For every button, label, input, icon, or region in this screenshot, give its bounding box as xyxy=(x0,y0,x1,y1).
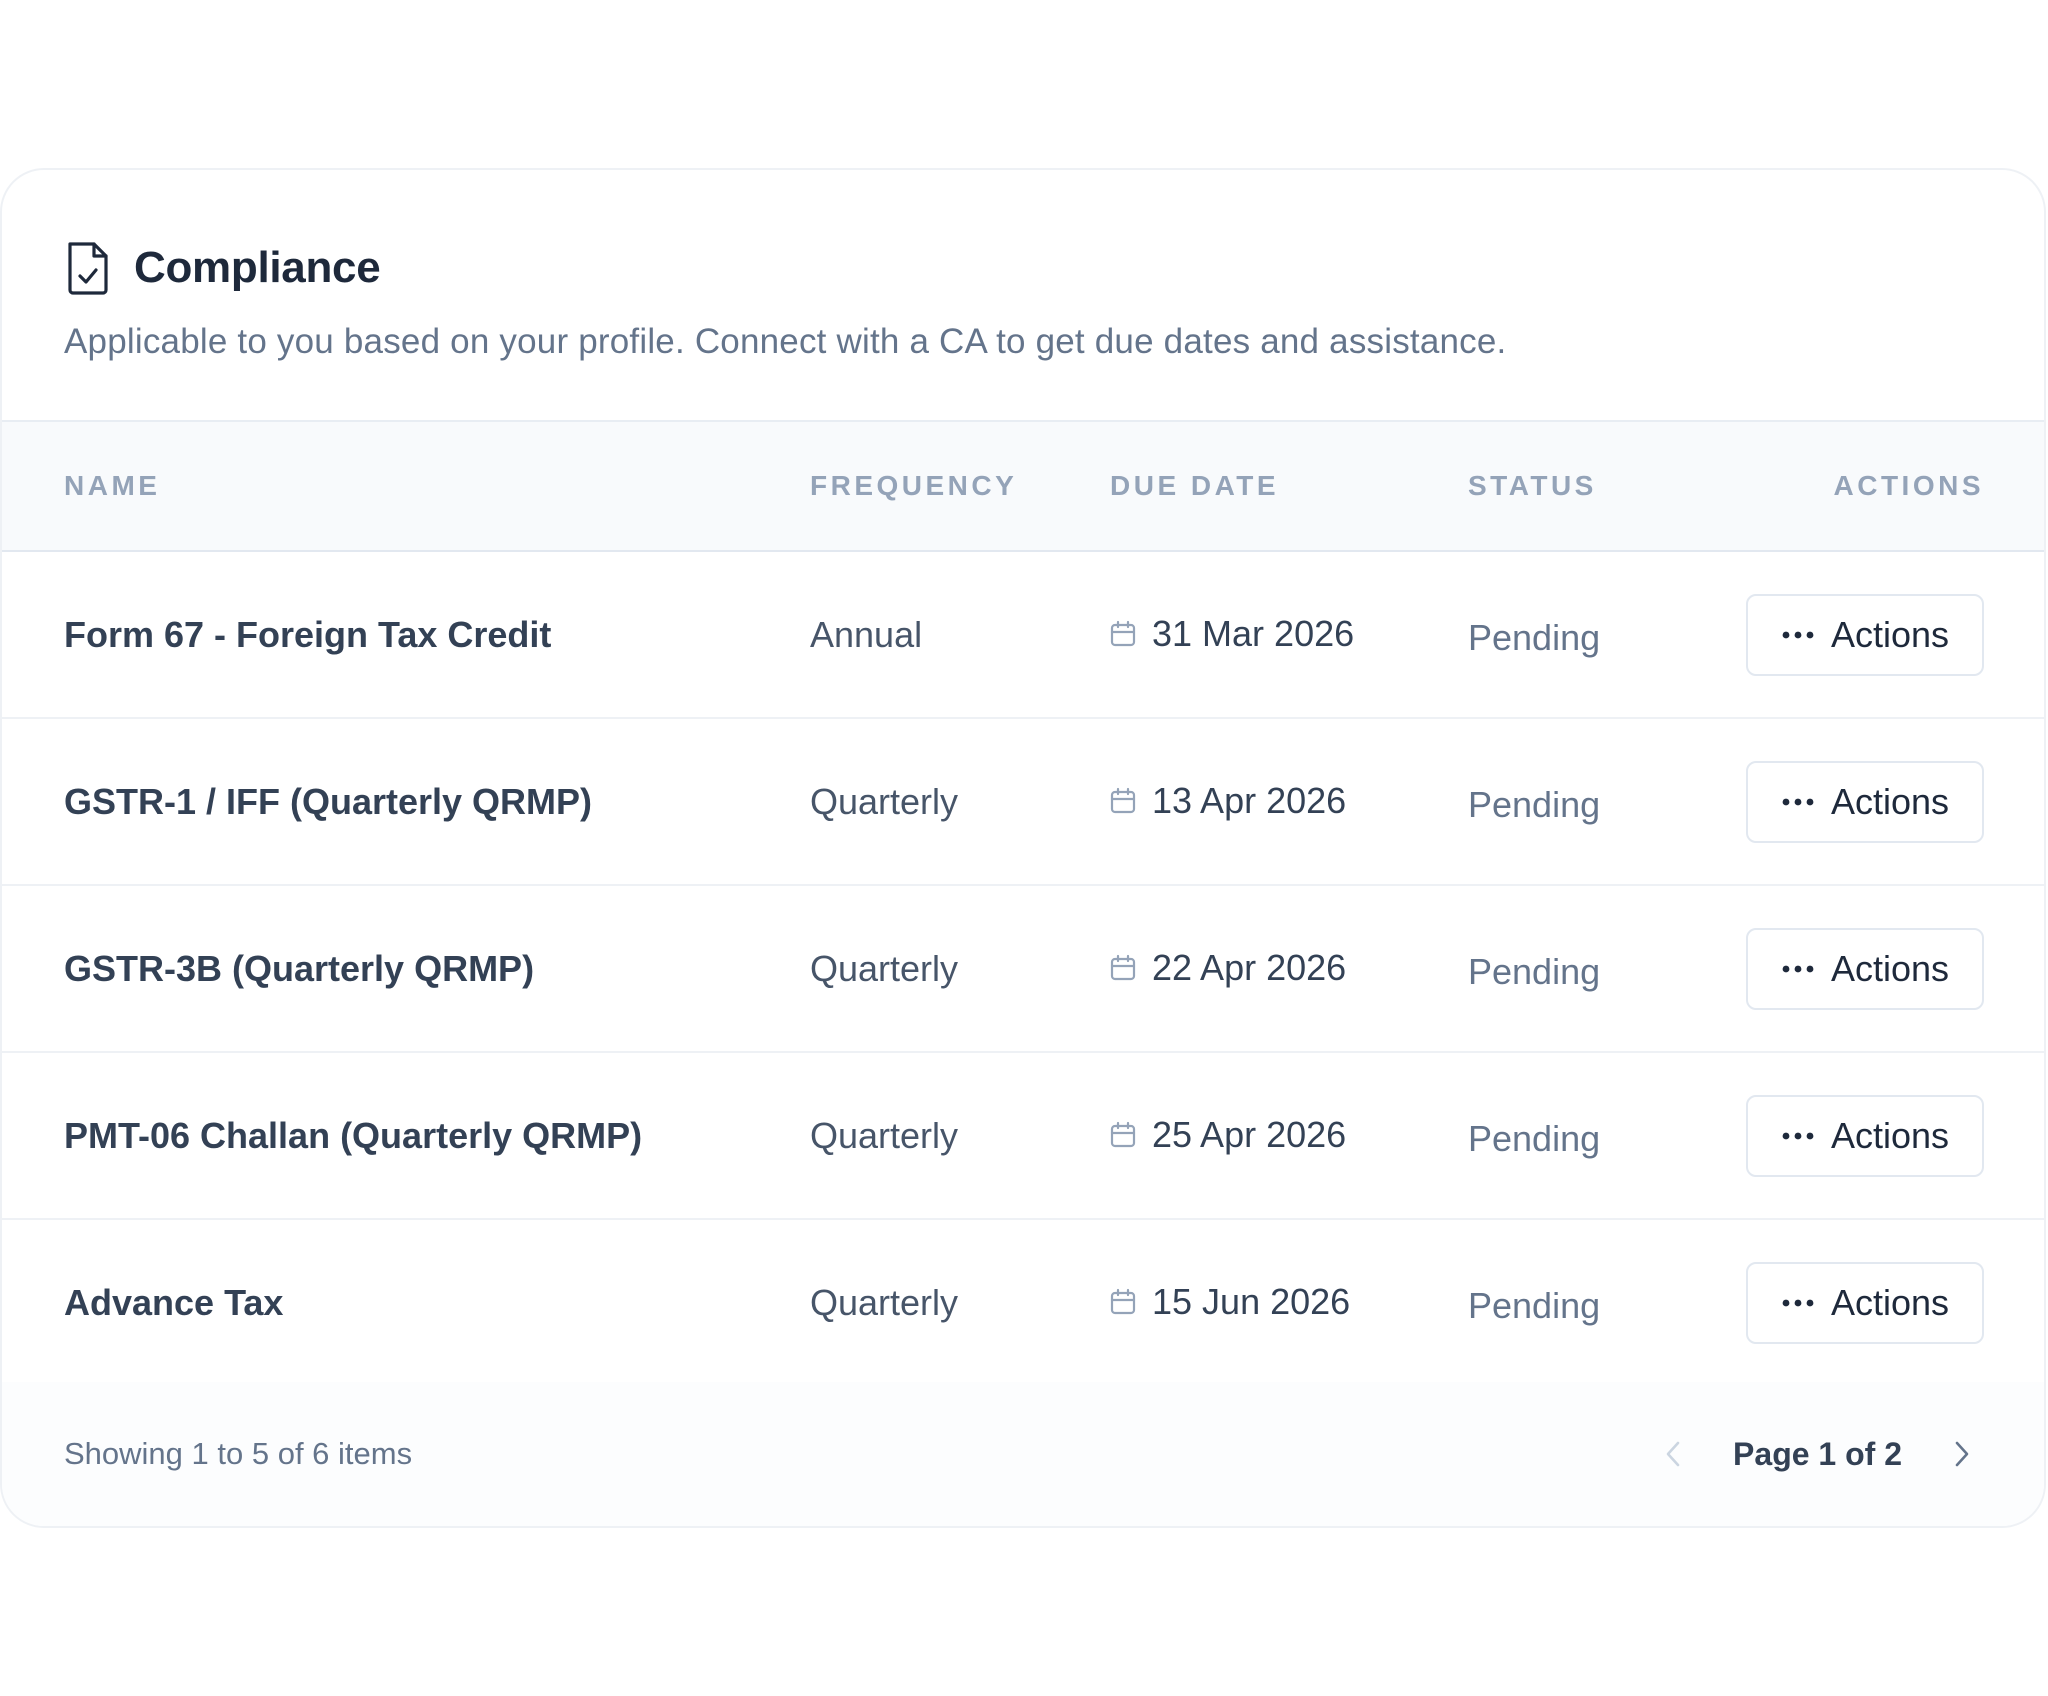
due-date-cell: 15 Jun 2026 xyxy=(1110,1219,1468,1386)
compliance-name: PMT-06 Challan (Quarterly QRMP) xyxy=(64,1114,643,1156)
actions-button[interactable]: Actions xyxy=(1746,927,1984,1010)
compliance-table: NAME FREQUENCY DUE DATE STATUS ACTIONS F… xyxy=(2,420,2044,1387)
actions-cell: Actions xyxy=(1738,718,2044,885)
actions-button-label: Actions xyxy=(1830,1114,1950,1156)
actions-button[interactable]: Actions xyxy=(1746,1094,1984,1177)
more-horizontal-icon xyxy=(1781,630,1815,640)
due-date-cell: 31 Mar 2026 xyxy=(1110,551,1468,718)
table-row: GSTR-1 / IFF (Quarterly QRMP) Quarterly … xyxy=(2,718,2044,885)
calendar-icon xyxy=(1110,787,1136,815)
more-horizontal-icon xyxy=(1781,797,1815,807)
pagination: Page 1 of 2 xyxy=(1651,1432,1984,1476)
due-date-cell: 25 Apr 2026 xyxy=(1110,1052,1468,1219)
more-horizontal-icon xyxy=(1781,964,1815,974)
column-header-frequency: FREQUENCY xyxy=(810,420,1110,552)
due-date: 13 Apr 2026 xyxy=(1152,779,1347,821)
compliance-frequency: Quarterly xyxy=(810,947,959,989)
table-row: Advance Tax Quarterly 15 Jun 2026 Pendin… xyxy=(2,1219,2044,1386)
table-row: GSTR-3B (Quarterly QRMP) Quarterly 22 Ap… xyxy=(2,885,2044,1052)
actions-button-label: Actions xyxy=(1830,1281,1950,1323)
due-date-cell: 22 Apr 2026 xyxy=(1110,885,1468,1052)
status-text: Pending xyxy=(1468,1284,1601,1326)
due-date: 22 Apr 2026 xyxy=(1152,946,1347,988)
actions-button-label: Actions xyxy=(1830,780,1950,822)
status-text: Pending xyxy=(1468,783,1601,825)
calendar-icon xyxy=(1110,1121,1136,1149)
table-body: Form 67 - Foreign Tax Credit Annual 31 M… xyxy=(2,551,2044,1386)
status-text: Pending xyxy=(1468,1117,1601,1159)
actions-button[interactable]: Actions xyxy=(1746,760,1984,843)
status-text: Pending xyxy=(1468,616,1601,658)
actions-cell: Actions xyxy=(1738,1219,2044,1386)
title-row: Compliance xyxy=(64,236,2044,300)
actions-button-label: Actions xyxy=(1830,947,1950,989)
actions-cell: Actions xyxy=(1738,551,2044,718)
actions-button-label: Actions xyxy=(1830,613,1950,655)
file-check-icon xyxy=(64,240,112,296)
compliance-frequency: Quarterly xyxy=(810,1281,959,1323)
column-header-actions: ACTIONS xyxy=(1738,420,2044,552)
due-date: 15 Jun 2026 xyxy=(1152,1280,1351,1322)
table-row: Form 67 - Foreign Tax Credit Annual 31 M… xyxy=(2,551,2044,718)
compliance-card: Compliance Applicable to you based on yo… xyxy=(0,168,2046,1528)
column-header-due-date: DUE DATE xyxy=(1110,420,1468,552)
column-header-status: STATUS xyxy=(1468,420,1738,552)
compliance-name: Advance Tax xyxy=(64,1281,284,1323)
compliance-name: Form 67 - Foreign Tax Credit xyxy=(64,613,552,655)
table-row: PMT-06 Challan (Quarterly QRMP) Quarterl… xyxy=(2,1052,2044,1219)
actions-button[interactable]: Actions xyxy=(1746,1261,1984,1344)
due-date: 31 Mar 2026 xyxy=(1152,612,1355,654)
pagination-summary: Showing 1 to 5 of 6 items xyxy=(64,1436,413,1471)
page-title: Compliance xyxy=(134,243,381,292)
page-subtitle: Applicable to you based on your profile.… xyxy=(64,322,1507,361)
due-date: 25 Apr 2026 xyxy=(1152,1113,1347,1155)
more-horizontal-icon xyxy=(1781,1298,1815,1308)
compliance-name: GSTR-3B (Quarterly QRMP) xyxy=(64,947,535,989)
compliance-frequency: Quarterly xyxy=(810,780,959,822)
table-header: NAME FREQUENCY DUE DATE STATUS ACTIONS xyxy=(2,420,2044,552)
compliance-frequency: Quarterly xyxy=(810,1114,959,1156)
more-horizontal-icon xyxy=(1781,1131,1815,1141)
calendar-icon xyxy=(1110,954,1136,982)
calendar-icon xyxy=(1110,620,1136,648)
compliance-frequency: Annual xyxy=(810,613,923,655)
actions-button[interactable]: Actions xyxy=(1746,593,1984,676)
due-date-cell: 13 Apr 2026 xyxy=(1110,718,1468,885)
card-header: Compliance Applicable to you based on yo… xyxy=(2,170,2044,420)
compliance-name: GSTR-1 / IFF (Quarterly QRMP) xyxy=(64,780,593,822)
column-header-name: NAME xyxy=(2,420,810,552)
chevron-left-icon xyxy=(1665,1440,1681,1468)
chevron-right-icon xyxy=(1954,1440,1970,1468)
prev-page-button[interactable] xyxy=(1651,1432,1695,1476)
status-text: Pending xyxy=(1468,950,1601,992)
actions-cell: Actions xyxy=(1738,1052,2044,1219)
table-footer: Showing 1 to 5 of 6 items Page 1 of 2 xyxy=(2,1382,2044,1526)
next-page-button[interactable] xyxy=(1940,1432,1984,1476)
actions-cell: Actions xyxy=(1738,885,2044,1052)
page-indicator: Page 1 of 2 xyxy=(1733,1435,1902,1472)
calendar-icon xyxy=(1110,1288,1136,1316)
